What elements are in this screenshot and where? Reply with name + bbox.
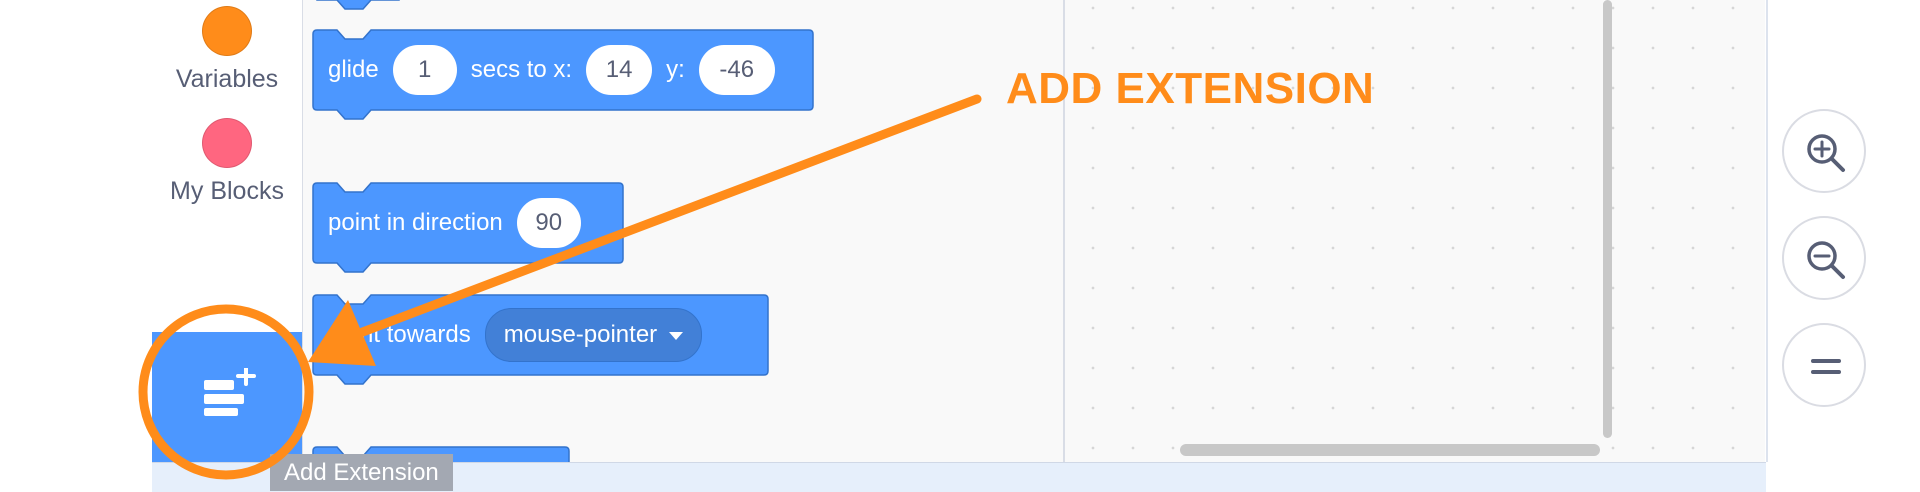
horizontal-scrollbar[interactable] <box>1180 444 1600 456</box>
glide-y-input[interactable]: -46 <box>698 45 775 95</box>
secs-to-x-label: secs to x: <box>470 56 573 83</box>
annotation-label: ADD EXTENSION <box>1006 64 1375 113</box>
glide-secs-input[interactable]: 1 <box>392 45 457 95</box>
zoom-reset-button[interactable] <box>1782 323 1866 407</box>
category-my-blocks[interactable]: My Blocks <box>152 118 302 206</box>
add-extension-icon <box>204 368 256 416</box>
zoom-reset-icon <box>1811 359 1841 374</box>
block-palette: glide 1 secs to x: 14 y: -46 point in di… <box>303 0 1065 462</box>
scratch-editor: Variables My Blocks glide 1 secs to x: 1… <box>152 0 1866 462</box>
y-label: y: <box>666 56 685 83</box>
add-extension-button[interactable] <box>152 332 302 462</box>
vertical-scrollbar[interactable] <box>1603 0 1612 438</box>
point-towards-label: point towards <box>328 321 471 348</box>
category-label: Variables <box>175 65 279 93</box>
dropdown-value: mouse-pointer <box>503 321 658 348</box>
variables-dot-icon <box>202 6 252 56</box>
glide-label: glide <box>328 56 379 83</box>
point-towards-dropdown[interactable]: mouse-pointer <box>484 308 703 362</box>
zoom-out-icon <box>1807 241 1845 279</box>
zoom-in-button[interactable] <box>1782 109 1866 193</box>
chevron-down-icon <box>669 331 684 340</box>
add-extension-tooltip: Add Extension <box>270 454 453 491</box>
my-blocks-dot-icon <box>202 118 252 168</box>
point-in-direction-label: point in direction <box>328 209 503 236</box>
direction-input[interactable]: 90 <box>516 198 581 248</box>
zoom-out-button[interactable] <box>1782 216 1866 300</box>
category-label: My Blocks <box>170 177 284 205</box>
category-variables[interactable]: Variables <box>152 6 302 94</box>
category-menu: Variables My Blocks <box>152 0 303 462</box>
glide-x-input[interactable]: 14 <box>586 45 653 95</box>
zoom-in-icon <box>1807 134 1845 172</box>
